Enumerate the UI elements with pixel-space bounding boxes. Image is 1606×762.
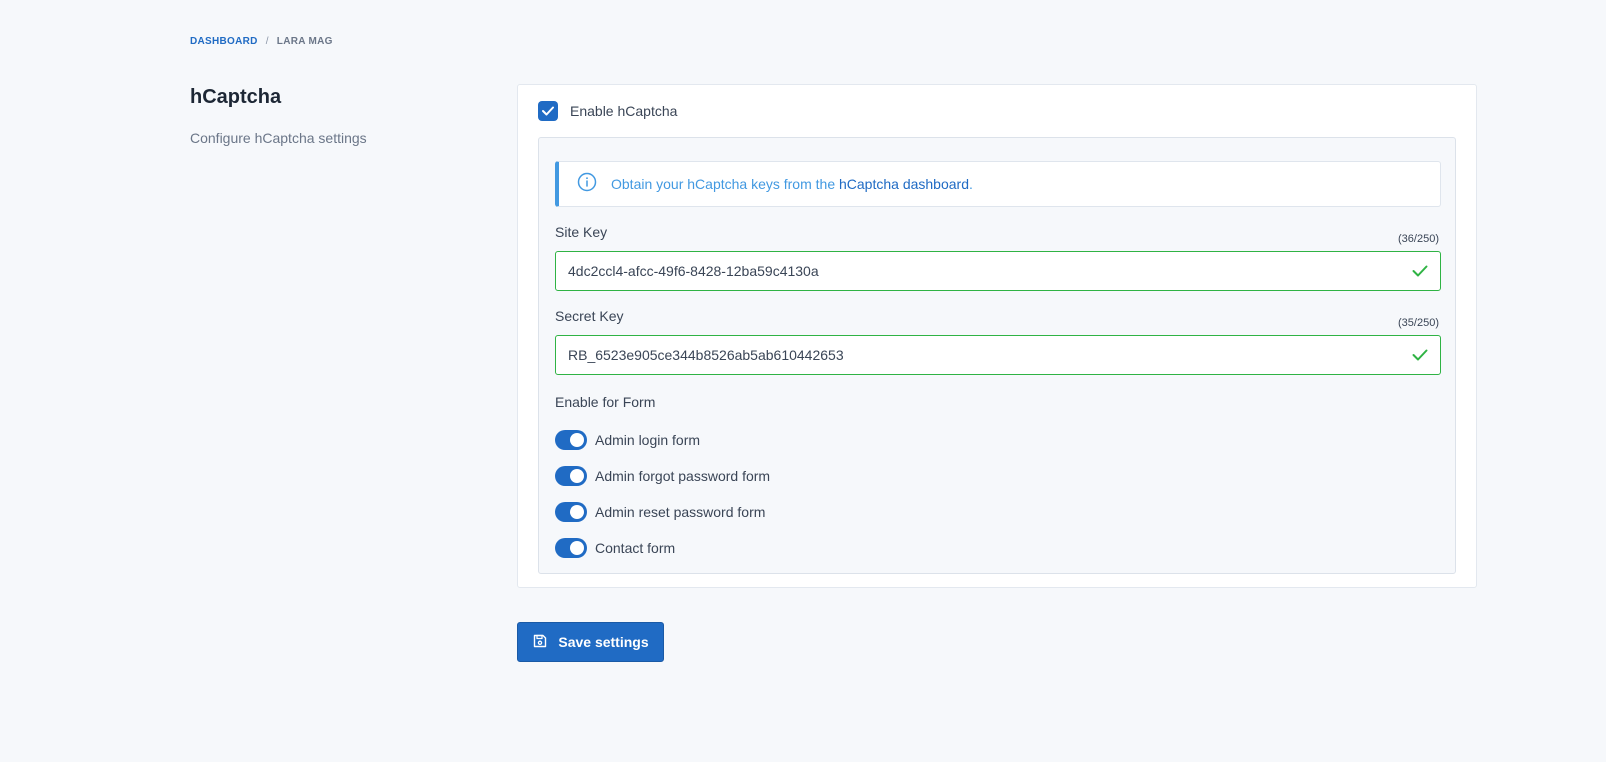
site-key-counter: (36/250) xyxy=(1398,233,1439,245)
checkbox-checked-icon[interactable] xyxy=(538,101,558,121)
settings-card: Enable hCaptcha Obtain your hCaptcha key… xyxy=(517,84,1477,588)
secret-key-input[interactable] xyxy=(556,335,1410,375)
check-icon xyxy=(1410,345,1430,365)
toggle-label: Admin reset password form xyxy=(595,504,766,520)
breadcrumb-current: LARA MAG xyxy=(276,36,333,47)
hcaptcha-dashboard-link[interactable]: hCaptcha dashboard xyxy=(839,176,969,192)
save-button-label: Save settings xyxy=(558,634,649,650)
toggle-contact-form[interactable]: Contact form xyxy=(555,538,675,558)
breadcrumb: DASHBOARD / LARA MAG xyxy=(190,36,333,47)
section-title: hCaptcha xyxy=(190,86,282,108)
secret-key-field xyxy=(555,335,1441,375)
alert-suffix: . xyxy=(969,176,973,192)
info-alert: Obtain your hCaptcha keys from the hCapt… xyxy=(555,161,1441,207)
toggle-switch[interactable] xyxy=(555,430,587,450)
breadcrumb-dashboard-link[interactable]: DASHBOARD xyxy=(190,36,258,47)
info-icon xyxy=(577,172,597,197)
save-settings-button[interactable]: Save settings xyxy=(517,622,664,662)
alert-text: Obtain your hCaptcha keys from the hCapt… xyxy=(611,176,973,192)
secret-key-counter: (35/250) xyxy=(1398,317,1439,329)
hcaptcha-settings-panel: Obtain your hCaptcha keys from the hCapt… xyxy=(538,137,1456,574)
toggle-switch[interactable] xyxy=(555,538,587,558)
secret-key-label: Secret Key xyxy=(555,308,624,324)
toggle-label: Admin login form xyxy=(595,432,701,448)
alert-message: Obtain your hCaptcha keys from the xyxy=(611,176,839,192)
enable-hcaptcha-label: Enable hCaptcha xyxy=(570,103,678,119)
toggle-switch[interactable] xyxy=(555,502,587,522)
site-key-label: Site Key xyxy=(555,224,608,240)
toggle-admin-reset-password-form[interactable]: Admin reset password form xyxy=(555,502,765,522)
breadcrumb-separator: / xyxy=(265,36,269,47)
toggle-admin-login-form[interactable]: Admin login form xyxy=(555,430,700,450)
toggle-admin-forgot-password-form[interactable]: Admin forgot password form xyxy=(555,466,770,486)
section-description: Configure hCaptcha settings xyxy=(190,130,367,146)
site-key-input[interactable] xyxy=(556,251,1410,291)
enable-hcaptcha-checkbox[interactable]: Enable hCaptcha xyxy=(538,101,677,121)
site-key-field xyxy=(555,251,1441,291)
save-icon xyxy=(532,633,548,652)
toggle-label: Contact form xyxy=(595,540,676,556)
enable-for-form-label: Enable for Form xyxy=(555,394,656,410)
toggle-label: Admin forgot password form xyxy=(595,468,771,484)
check-icon xyxy=(1410,261,1430,281)
toggle-switch[interactable] xyxy=(555,466,587,486)
